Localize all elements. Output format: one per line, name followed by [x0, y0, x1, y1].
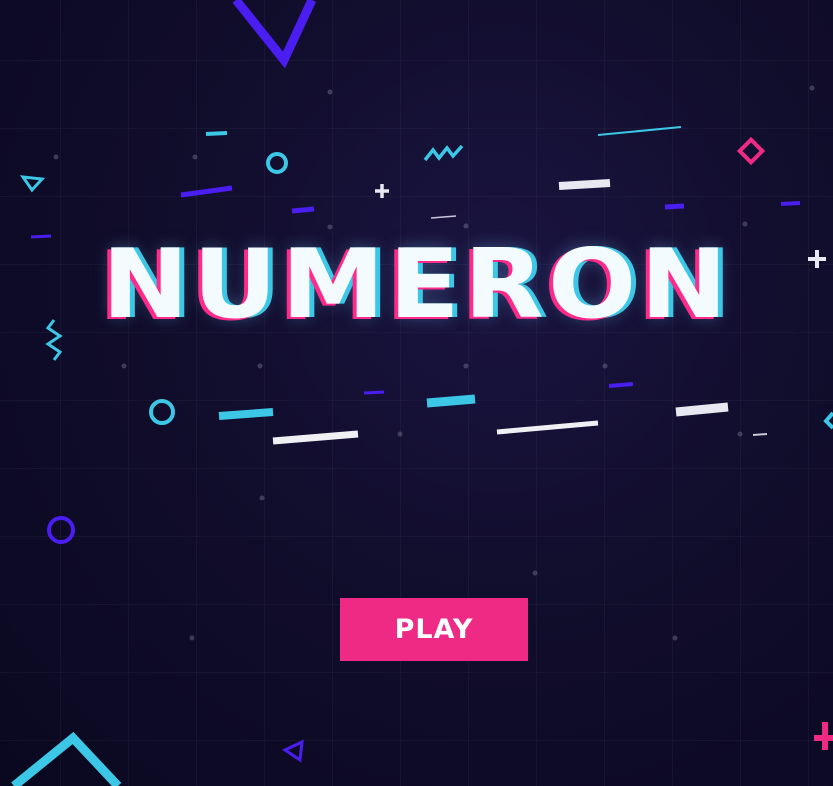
- triangle-icon: [281, 739, 304, 763]
- diamond-icon: [736, 136, 766, 166]
- dash-line: [363, 390, 385, 395]
- triangle-icon: [232, 0, 317, 69]
- dash-line: [496, 420, 599, 435]
- circle-icon: [266, 152, 288, 174]
- dash-line: [558, 179, 611, 190]
- dash-line: [218, 408, 274, 420]
- triangle-icon: [823, 411, 833, 430]
- dash-line: [180, 185, 233, 198]
- zigzag-icon: [423, 144, 464, 162]
- plus-icon: [814, 722, 833, 750]
- triangle-icon: [19, 175, 46, 193]
- title-screen: NUMERON PLAY: [0, 0, 833, 786]
- dash-line: [597, 126, 682, 136]
- dash-line: [272, 430, 359, 445]
- dash-line: [426, 394, 476, 408]
- game-title: NUMERON: [101, 227, 732, 341]
- dash-line: [430, 215, 457, 219]
- plus-icon: [375, 184, 389, 198]
- circle-icon: [149, 399, 175, 425]
- dash-line: [664, 203, 685, 210]
- dash-line: [675, 402, 729, 417]
- triangle-icon: [11, 731, 122, 786]
- dash-line: [752, 433, 768, 436]
- dash-line: [608, 382, 634, 388]
- dash-line: [205, 131, 228, 136]
- dash-line: [780, 201, 801, 206]
- background-decorations: [11, 0, 833, 786]
- dot-pattern: [53, 85, 815, 641]
- play-button[interactable]: PLAY: [340, 598, 528, 661]
- dash-line: [291, 206, 315, 214]
- circle-icon: [47, 516, 75, 544]
